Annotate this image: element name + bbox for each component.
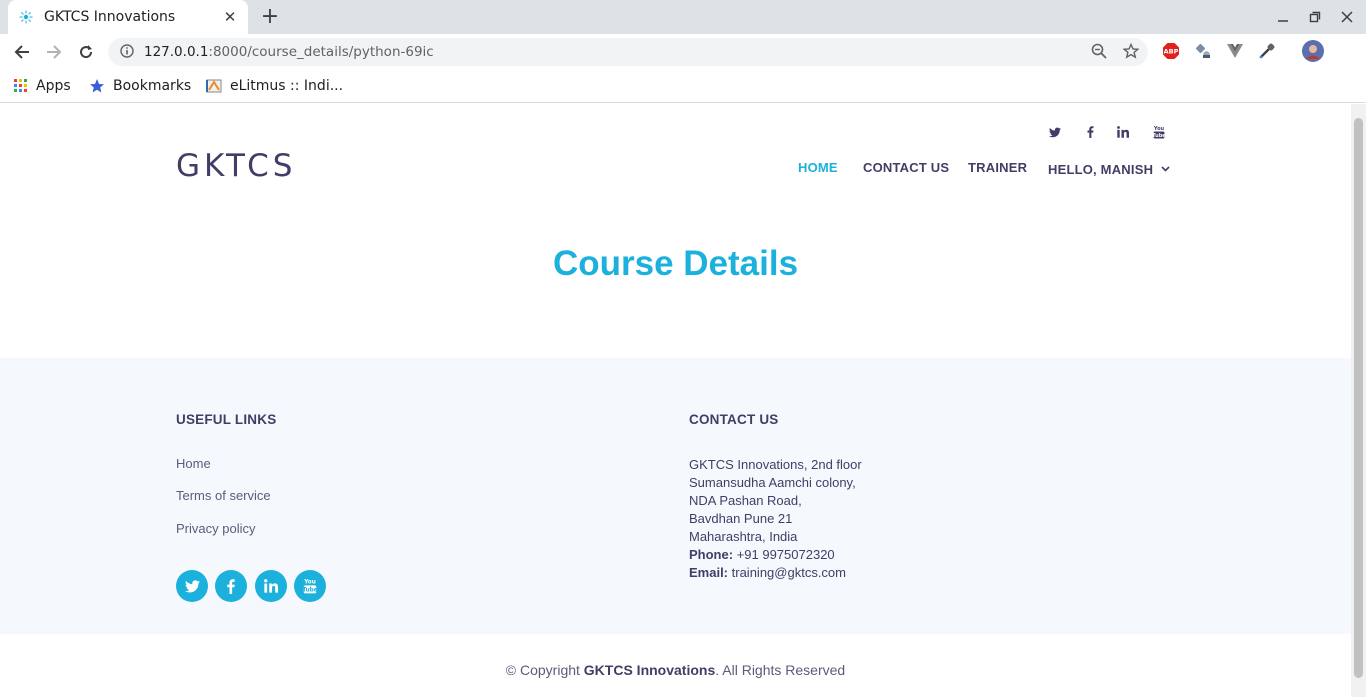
svg-text:Tube: Tube bbox=[1153, 133, 1165, 139]
site-logo[interactable]: GKTCS bbox=[176, 148, 296, 184]
footer: USEFUL LINKS Home Terms of service Priva… bbox=[0, 358, 1351, 634]
url-text: 127.0.0.1:8000/course_details/python-69i… bbox=[144, 44, 434, 60]
svg-text:You: You bbox=[1153, 126, 1165, 132]
bookmark-bookmarks[interactable]: Bookmarks bbox=[89, 76, 191, 96]
apps-grid-icon bbox=[14, 79, 28, 93]
contact-phone: Phone: +91 9975072320 bbox=[689, 546, 862, 564]
bookmarks-bar: Apps Bookmarks eLitmus :: Indi... bbox=[0, 70, 1366, 103]
minimize-icon[interactable] bbox=[1273, 8, 1293, 26]
copyright: © Copyright GKTCS Innovations. All Right… bbox=[505, 662, 846, 678]
footer-link-home[interactable]: Home bbox=[176, 456, 211, 471]
tab-title: GKTCS Innovations bbox=[44, 9, 176, 25]
eyedropper-icon[interactable] bbox=[1257, 41, 1277, 61]
tab-strip: GKTCS Innovations ✕ + bbox=[0, 0, 1366, 34]
address-line: Bavdhan Pune 21 bbox=[689, 511, 793, 526]
bookmark-apps[interactable]: Apps bbox=[14, 76, 71, 96]
browser-toolbar: 127.0.0.1:8000/course_details/python-69i… bbox=[0, 34, 1366, 70]
svg-text:Tube: Tube bbox=[303, 588, 317, 594]
satellite-icon[interactable] bbox=[1193, 41, 1213, 61]
new-tab-icon[interactable]: + bbox=[260, 6, 280, 28]
svg-text:ABP: ABP bbox=[1164, 48, 1179, 56]
svg-text:You: You bbox=[303, 580, 316, 586]
back-icon[interactable] bbox=[10, 40, 34, 64]
footer-link-terms[interactable]: Terms of service bbox=[176, 488, 271, 503]
useful-links-heading: USEFUL LINKS bbox=[176, 412, 277, 427]
email-label: Email: bbox=[689, 565, 729, 580]
adblock-icon[interactable]: ABP bbox=[1161, 41, 1181, 61]
address-bar[interactable]: 127.0.0.1:8000/course_details/python-69i… bbox=[108, 38, 1148, 66]
profile-avatar[interactable] bbox=[1301, 39, 1325, 63]
footer-linkedin-icon[interactable] bbox=[255, 570, 287, 602]
header-youtube-icon[interactable]: You Tube bbox=[1151, 124, 1167, 140]
footer-facebook-icon[interactable] bbox=[215, 570, 247, 602]
contact-email: Email: training@gktcs.com bbox=[689, 564, 862, 582]
header-linkedin-icon[interactable] bbox=[1115, 124, 1131, 140]
nav-home[interactable]: HOME bbox=[798, 160, 838, 175]
site-favicon bbox=[18, 9, 34, 25]
copyright-brand: GKTCS Innovations bbox=[583, 662, 716, 678]
page-scrollbar[interactable] bbox=[1351, 104, 1366, 697]
address-line: Maharashtra, India bbox=[689, 529, 798, 544]
address-line: GKTCS Innovations, 2nd floor bbox=[689, 457, 862, 472]
bookmark-star-icon[interactable] bbox=[1120, 40, 1142, 62]
elitmus-favicon bbox=[206, 78, 222, 94]
bookmark-label: eLitmus :: Indi... bbox=[230, 78, 344, 94]
close-window-icon[interactable] bbox=[1337, 8, 1357, 26]
footer-twitter-icon[interactable] bbox=[176, 570, 208, 602]
contact-address: GKTCS Innovations, 2nd floor Sumansudha … bbox=[689, 456, 862, 582]
header-twitter-icon[interactable] bbox=[1047, 124, 1063, 140]
chevron-down-icon bbox=[1161, 160, 1170, 175]
nav-contact-us[interactable]: CONTACT US bbox=[863, 160, 949, 175]
nav-user-menu[interactable]: HELLO, MANISH bbox=[1048, 160, 1170, 177]
page-title: Course Details bbox=[552, 244, 799, 283]
restore-icon[interactable] bbox=[1305, 8, 1325, 26]
reload-icon[interactable] bbox=[74, 40, 98, 64]
contact-us-heading: CONTACT US bbox=[689, 412, 779, 427]
star-icon bbox=[89, 78, 105, 94]
nav-trainer[interactable]: TRAINER bbox=[968, 160, 1027, 175]
scrollbar-thumb[interactable] bbox=[1354, 118, 1363, 678]
address-line: Sumansudha Aamchi colony, bbox=[689, 475, 856, 490]
close-tab-icon[interactable]: ✕ bbox=[222, 8, 238, 26]
forward-icon[interactable] bbox=[42, 40, 66, 64]
browser-tab[interactable]: GKTCS Innovations ✕ bbox=[8, 0, 248, 34]
phone-value: +91 9975072320 bbox=[736, 547, 835, 562]
bookmark-elitmus[interactable]: eLitmus :: Indi... bbox=[206, 76, 343, 96]
footer-youtube-icon[interactable]: You Tube bbox=[294, 570, 326, 602]
footer-link-privacy[interactable]: Privacy policy bbox=[176, 521, 255, 536]
vue-devtools-icon[interactable] bbox=[1225, 41, 1245, 61]
bookmark-label: Bookmarks bbox=[113, 78, 192, 94]
phone-label: Phone: bbox=[689, 547, 734, 562]
nav-user-label: HELLO, MANISH bbox=[1048, 162, 1154, 177]
address-line: NDA Pashan Road, bbox=[689, 493, 802, 508]
header-facebook-icon[interactable] bbox=[1082, 124, 1098, 140]
bookmark-label: Apps bbox=[36, 78, 71, 94]
page-viewport: You Tube GKTCS HOME CONTACT US TRAINER HE… bbox=[0, 104, 1351, 697]
zoom-icon[interactable] bbox=[1088, 40, 1110, 62]
email-value: training@gktcs.com bbox=[731, 565, 846, 580]
site-info-icon[interactable] bbox=[120, 43, 134, 62]
